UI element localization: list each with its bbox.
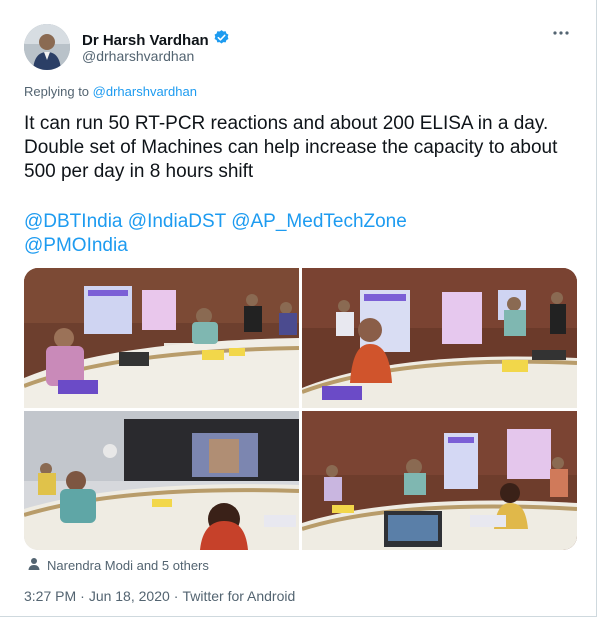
tweet-time[interactable]: 3:27 PM	[24, 588, 76, 604]
photo-grid	[24, 268, 577, 550]
mention-link[interactable]: @IndiaDST	[128, 211, 226, 232]
meta-separator: ·	[173, 588, 179, 604]
tweet-source[interactable]: Twitter for Android	[182, 588, 295, 604]
ellipsis-icon[interactable]	[552, 24, 570, 47]
meta-separator: ·	[80, 588, 85, 604]
person-icon	[27, 557, 41, 574]
avatar[interactable]	[24, 24, 70, 70]
likes-text: Narendra Modi and 5 others	[47, 558, 209, 573]
author-handle[interactable]: @drharshvardhan	[82, 48, 194, 64]
replying-handle-link[interactable]: @drharshvardhan	[93, 84, 197, 99]
tweet-date[interactable]: Jun 18, 2020	[89, 588, 170, 604]
author-name[interactable]: Dr Harsh Vardhan	[82, 32, 209, 49]
replying-to: Replying to @drharshvardhan	[24, 84, 197, 99]
mention-link[interactable]: @AP_MedTechZone	[231, 211, 407, 232]
likes-row[interactable]: Narendra Modi and 5 others	[27, 557, 209, 574]
tweet-text: It can run 50 RT-PCR reactions and about…	[24, 113, 558, 182]
mention-link[interactable]: @PMOIndia	[24, 235, 128, 256]
mention-link[interactable]: @DBTIndia	[24, 211, 123, 232]
replying-prefix: Replying to	[24, 84, 90, 99]
photo-2[interactable]	[302, 268, 577, 408]
photo-3[interactable]	[24, 411, 299, 550]
tweet-meta: 3:27 PM · Jun 18, 2020 · Twitter for And…	[24, 588, 295, 604]
photo-4[interactable]	[302, 411, 577, 550]
verified-badge-icon	[213, 29, 230, 51]
photo-1[interactable]	[24, 268, 299, 408]
tweet-mentions: @DBTIndia @IndiaDST @AP_MedTechZone @PMO…	[24, 210, 584, 258]
tweet-card: Dr Harsh Vardhan @drharshvardhan Replyin…	[0, 0, 597, 617]
